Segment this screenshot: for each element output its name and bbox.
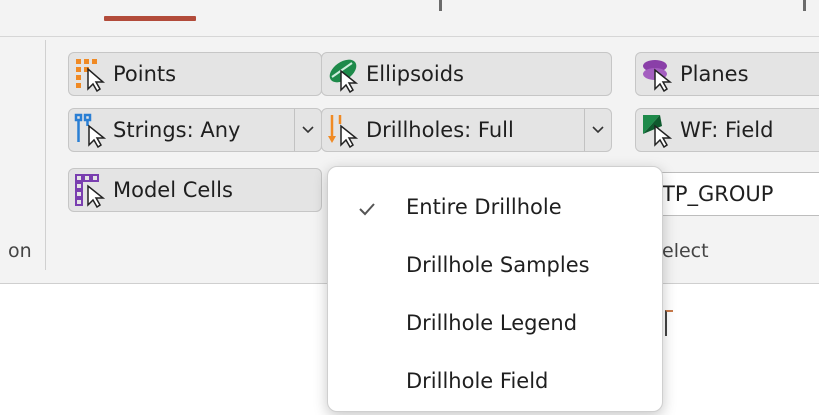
chevron-down-icon[interactable] <box>584 109 611 151</box>
drillholes-split-button[interactable]: Drillholes: Full <box>321 108 612 152</box>
ellipsoids-button[interactable]: Ellipsoids <box>321 52 612 96</box>
strings-split-button[interactable]: Strings: Any <box>68 108 322 152</box>
group-caption-left: on <box>8 240 32 262</box>
menu-item-label: Drillhole Field <box>406 369 549 393</box>
planes-label: Planes <box>680 62 749 86</box>
group-combo[interactable]: TP_GROUP <box>657 172 819 216</box>
group-separator <box>45 40 46 270</box>
drillholes-dropdown-menu: Entire Drillhole Drillhole Samples Drill… <box>327 166 663 412</box>
menu-item-label: Drillhole Samples <box>406 253 590 277</box>
ribbon-divider <box>0 36 819 37</box>
menu-item-drillhole-field[interactable]: Drillhole Field <box>328 353 664 409</box>
points-label: Points <box>113 62 177 86</box>
model-cells-label: Model Cells <box>113 178 233 202</box>
wireframe-icon <box>636 109 680 151</box>
drillholes-icon <box>322 109 366 151</box>
active-tab-indicator <box>104 16 196 21</box>
canvas-fragment <box>665 310 673 336</box>
points-icon <box>69 53 113 95</box>
strings-label: Strings: Any <box>113 118 241 142</box>
checkmark-icon <box>358 197 376 221</box>
menu-item-label: Drillhole Legend <box>406 311 578 335</box>
wireframes-label: WF: Field <box>680 118 774 142</box>
points-button[interactable]: Points <box>68 52 322 96</box>
tab-separator <box>803 0 806 11</box>
ellipsoids-icon <box>322 53 366 95</box>
menu-item-drillhole-legend[interactable]: Drillhole Legend <box>328 295 664 351</box>
menu-item-drillhole-samples[interactable]: Drillhole Samples <box>328 237 664 293</box>
chevron-down-icon[interactable] <box>294 109 321 151</box>
wireframes-button[interactable]: WF: Field <box>635 108 819 152</box>
drillholes-label: Drillholes: Full <box>366 118 514 142</box>
select-group-caption: elect <box>662 240 709 262</box>
menu-item-entire-drillhole[interactable]: Entire Drillhole <box>328 179 664 235</box>
model-cells-button[interactable]: Model Cells <box>68 168 322 212</box>
menu-item-label: Entire Drillhole <box>406 195 562 219</box>
strings-icon <box>69 109 113 151</box>
model-cells-icon <box>69 169 113 211</box>
planes-button[interactable]: Planes <box>635 52 819 96</box>
ellipsoids-label: Ellipsoids <box>366 62 464 86</box>
planes-icon <box>636 53 680 95</box>
tab-separator <box>439 0 442 11</box>
